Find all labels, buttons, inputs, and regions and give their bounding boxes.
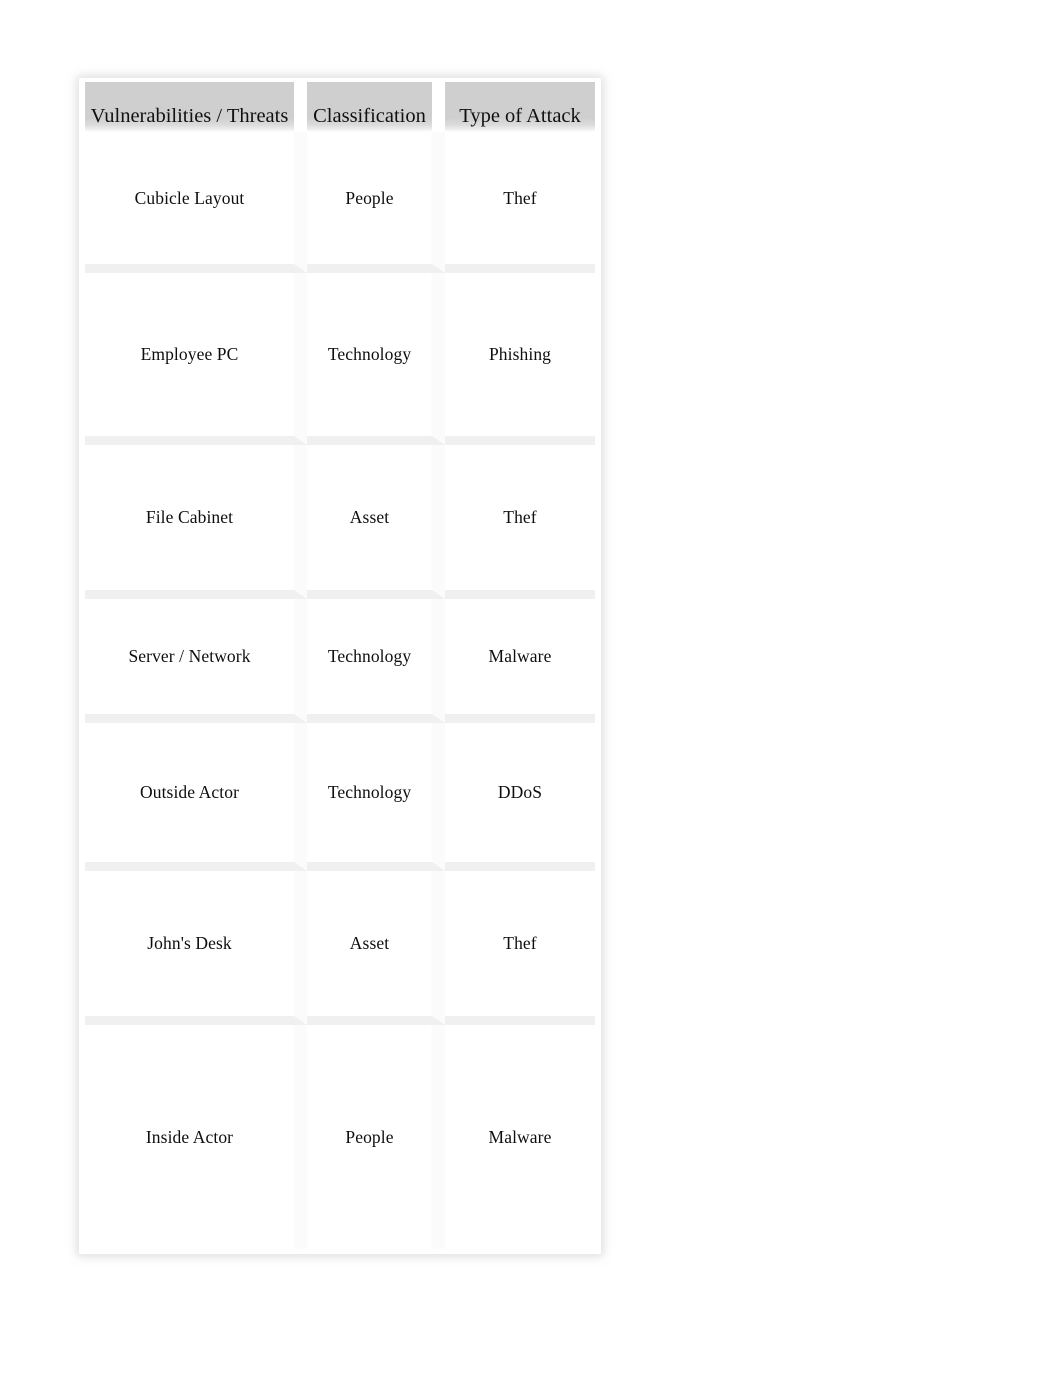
- column-header-classification: Classification: [307, 82, 445, 132]
- cell-vulnerability: File Cabinet: [85, 445, 307, 599]
- cell-attack-text: Malware: [488, 1126, 552, 1147]
- cell-classification-text: Technology: [327, 646, 412, 666]
- cell-vulnerability: Cubicle Layout: [85, 132, 307, 273]
- column-header-vulnerabilities-threats: Vulnerabilities / Threats: [85, 82, 307, 132]
- vulnerabilities-table-container: Vulnerabilities / Threats Classification…: [79, 78, 601, 1254]
- cell-attack: Phishing: [445, 273, 595, 445]
- cell-vulnerability: Employee PC: [85, 273, 307, 445]
- column-header-classification-label: Classification: [313, 105, 426, 127]
- cell-attack: Thef: [445, 445, 595, 599]
- cell-classification: People: [307, 132, 445, 273]
- column-header-vulnerabilities-threats-label: Vulnerabilities / Threats: [90, 105, 289, 127]
- cell-vulnerability: Inside Actor: [85, 1025, 307, 1249]
- document-page: Vulnerabilities / Threats Classification…: [0, 0, 1062, 1377]
- cell-classification: Technology: [307, 723, 445, 871]
- table-row: File Cabinet Asset Thef: [85, 445, 595, 599]
- cell-vulnerability-text: Outside Actor: [140, 782, 239, 802]
- table-row: John's Desk Asset Thef: [85, 871, 595, 1025]
- cell-vulnerability: Server / Network: [85, 599, 307, 723]
- cell-attack: Thef: [445, 871, 595, 1025]
- column-header-type-of-attack-label: Type of Attack: [459, 105, 581, 127]
- table-row: Cubicle Layout People Thef: [85, 132, 595, 273]
- cell-classification-text: Technology: [327, 344, 412, 364]
- cell-vulnerability-text: Cubicle Layout: [134, 187, 245, 208]
- cell-vulnerability-text: Employee PC: [140, 344, 239, 364]
- cell-classification: Asset: [307, 871, 445, 1025]
- cell-classification-text: Asset: [349, 933, 390, 953]
- cell-classification-text: People: [345, 1126, 394, 1147]
- table-body: Cubicle Layout People Thef Employee PC T…: [85, 132, 595, 1249]
- cell-attack-text: Thef: [503, 933, 537, 953]
- cell-vulnerability: Outside Actor: [85, 723, 307, 871]
- cell-vulnerability-text: John's Desk: [147, 933, 232, 953]
- cell-classification-text: People: [345, 187, 394, 208]
- table-header: Vulnerabilities / Threats Classification…: [85, 82, 595, 132]
- cell-attack-text: Thef: [503, 187, 537, 208]
- table-row: Employee PC Technology Phishing: [85, 273, 595, 445]
- cell-attack-text: DDoS: [497, 782, 543, 802]
- cell-classification-text: Asset: [349, 507, 390, 527]
- cell-classification-text: Technology: [327, 782, 412, 802]
- cell-attack-text: Malware: [488, 646, 552, 666]
- cell-vulnerability-text: Inside Actor: [145, 1126, 234, 1147]
- cell-attack: DDoS: [445, 723, 595, 871]
- cell-vulnerability-text: File Cabinet: [145, 507, 234, 527]
- table-header-row: Vulnerabilities / Threats Classification…: [85, 82, 595, 132]
- table-row: Inside Actor People Malware: [85, 1025, 595, 1249]
- table-row: Outside Actor Technology DDoS: [85, 723, 595, 871]
- cell-classification: Technology: [307, 273, 445, 445]
- column-header-type-of-attack: Type of Attack: [445, 82, 595, 132]
- cell-attack: Thef: [445, 132, 595, 273]
- cell-classification: Technology: [307, 599, 445, 723]
- cell-attack-text: Thef: [503, 507, 537, 527]
- cell-attack-text: Phishing: [488, 344, 552, 364]
- cell-classification: People: [307, 1025, 445, 1249]
- cell-vulnerability-text: Server / Network: [128, 646, 251, 666]
- table-row: Server / Network Technology Malware: [85, 599, 595, 723]
- cell-attack: Malware: [445, 599, 595, 723]
- cell-vulnerability: John's Desk: [85, 871, 307, 1025]
- vulnerabilities-threats-table: Vulnerabilities / Threats Classification…: [85, 82, 595, 1249]
- cell-attack: Malware: [445, 1025, 595, 1249]
- cell-classification: Asset: [307, 445, 445, 599]
